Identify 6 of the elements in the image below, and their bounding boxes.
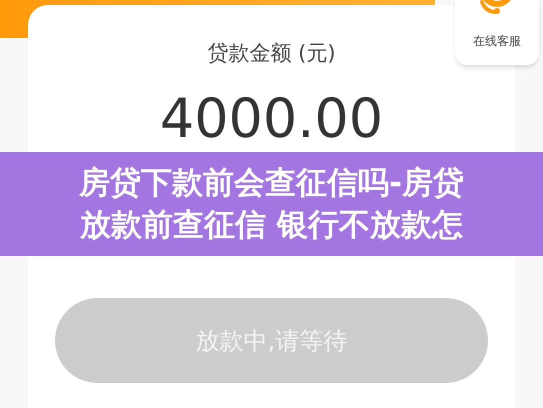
loan-amount-label: 贷款金额 (元) — [207, 43, 336, 64]
banner-title-line: 放款前查征信 银行不放款怎 — [80, 206, 463, 245]
customer-service-label: 在线客服 — [473, 35, 521, 47]
customer-service-panel[interactable]: 在线客服 — [455, 0, 539, 65]
loan-amount: 4000.00 — [160, 92, 384, 146]
banner-title-line: 房贷下款前会查征信吗-房贷 — [79, 164, 464, 203]
